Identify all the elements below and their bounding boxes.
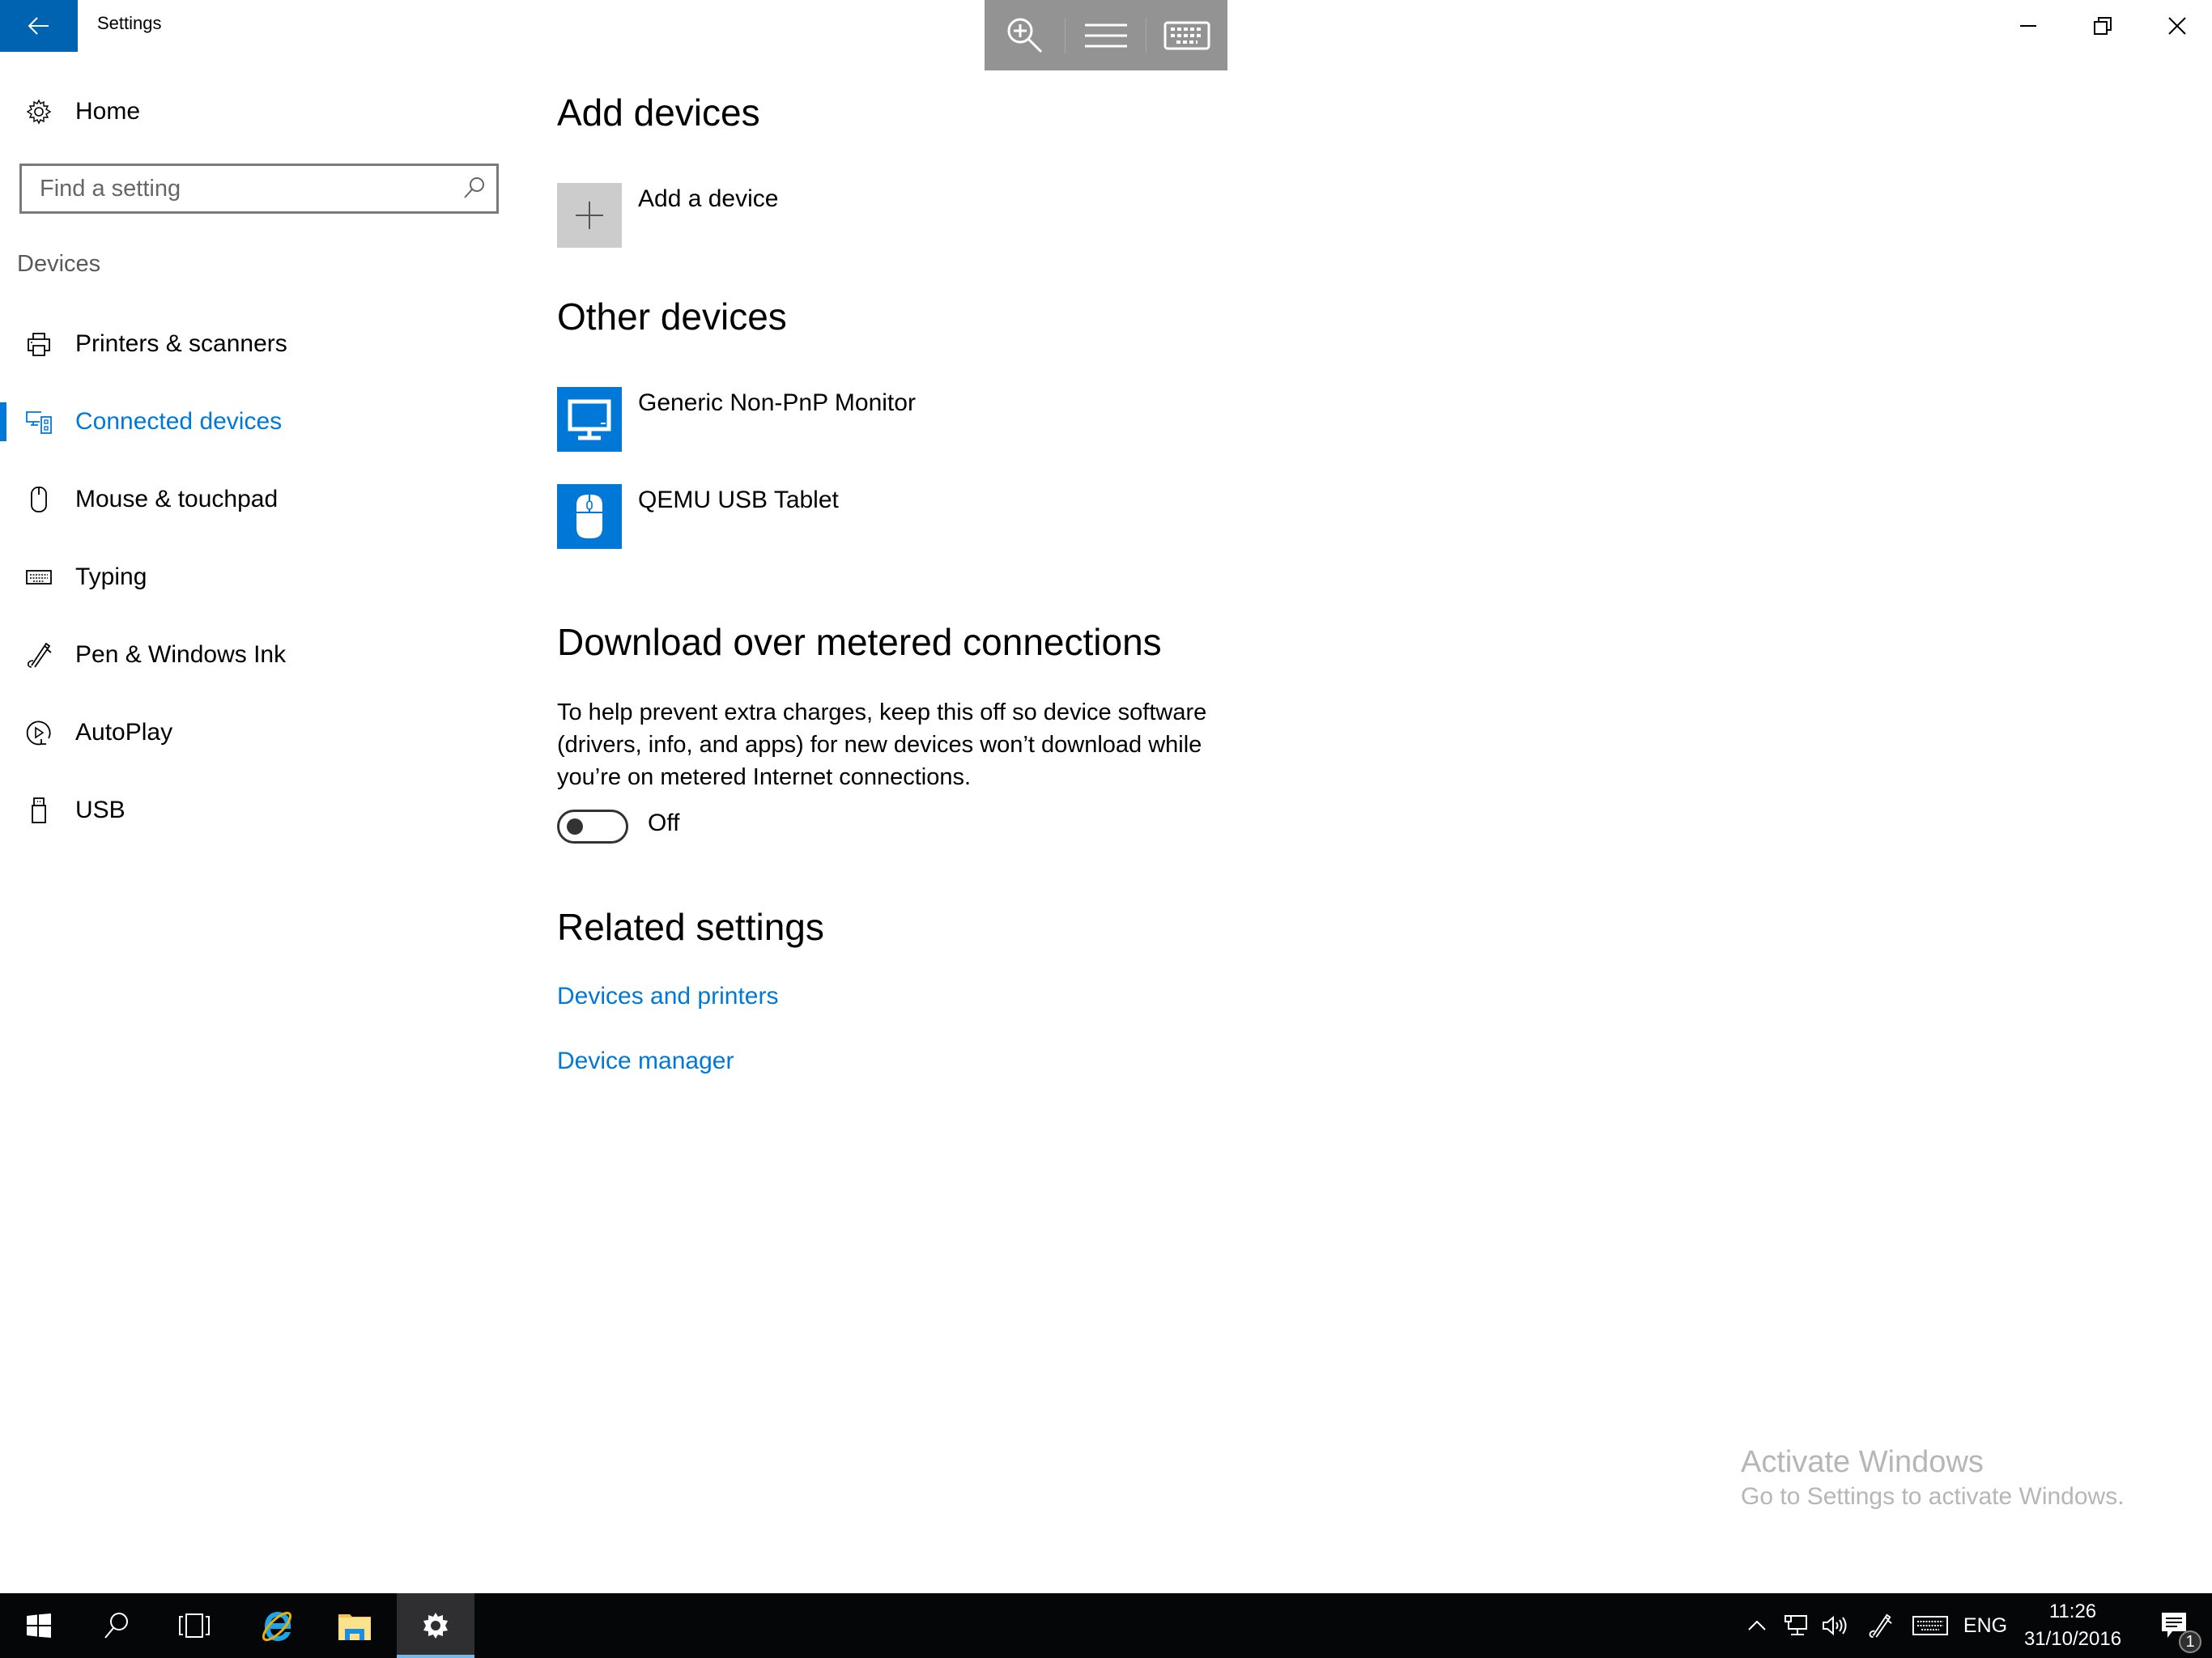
search-box[interactable] <box>19 164 499 214</box>
back-button[interactable] <box>0 0 78 52</box>
task-view-button[interactable] <box>155 1593 233 1658</box>
file-explorer-icon <box>338 1614 371 1640</box>
clock-time: 11:26 <box>2048 1601 2097 1622</box>
input-language[interactable]: ENG <box>1959 1593 2011 1658</box>
menu-icon <box>1084 23 1127 47</box>
mouse-icon <box>23 483 55 516</box>
chevron-up-icon <box>1748 1621 1766 1630</box>
connected-devices-icon <box>23 406 55 438</box>
restore-button[interactable] <box>2065 0 2140 52</box>
device-tile-monitor[interactable] <box>557 387 622 452</box>
sidebar-item-mouse-touchpad[interactable]: Mouse & touchpad <box>0 467 518 532</box>
volume-tray-button[interactable] <box>1817 1593 1853 1658</box>
action-center-button[interactable]: 1 <box>2146 1593 2202 1658</box>
related-settings-heading: Related settings <box>557 906 824 948</box>
keyboard-button[interactable] <box>1146 0 1227 70</box>
activation-subtitle: Go to Settings to activate Windows. <box>1741 1483 2125 1510</box>
search-icon[interactable] <box>462 176 487 200</box>
device-name[interactable]: QEMU USB Tablet <box>638 487 839 514</box>
sidebar-item-usb[interactable]: USB <box>0 778 518 843</box>
clock-date: 31/10/2016 <box>2023 1628 2122 1650</box>
taskbar: ENG 11:26 31/10/2016 1 <box>0 1593 2212 1658</box>
add-device-button[interactable] <box>557 183 622 248</box>
minimize-button[interactable] <box>1991 0 2065 52</box>
device-name[interactable]: Generic Non-PnP Monitor <box>638 389 916 417</box>
network-tray-button[interactable] <box>1778 1593 1814 1658</box>
taskbar-settings[interactable] <box>397 1593 474 1658</box>
zoom-in-button[interactable] <box>985 0 1065 70</box>
device-tile-tablet[interactable] <box>557 484 622 549</box>
printer-icon <box>23 328 55 360</box>
metered-heading: Download over metered connections <box>557 621 1162 663</box>
sidebar-item-label: Pen & Windows Ink <box>75 641 287 668</box>
clock[interactable]: 11:26 31/10/2016 <box>2016 1593 2129 1658</box>
sidebar-item-label: Printers & scanners <box>75 330 287 357</box>
search-icon <box>104 1613 128 1639</box>
plus-icon <box>576 202 603 229</box>
zoom-in-icon <box>1007 18 1042 53</box>
start-button[interactable] <box>0 1593 78 1658</box>
close-icon <box>2168 17 2186 35</box>
pen-icon <box>1869 1613 1892 1639</box>
sidebar-home[interactable]: Home <box>0 89 518 134</box>
restore-icon <box>2094 17 2112 35</box>
keyboard-icon <box>1912 1616 1948 1635</box>
sidebar-item-label: AutoPlay <box>75 719 173 746</box>
sidebar-item-label: USB <box>75 797 125 823</box>
sidebar-home-label: Home <box>75 98 141 125</box>
activation-watermark: Activate Windows Go to Settings to activ… <box>1741 1445 2125 1511</box>
sidebar-item-connected-devices[interactable]: Connected devices <box>0 389 518 454</box>
taskbar-internet-explorer[interactable] <box>238 1593 316 1658</box>
sidebar-item-autoplay[interactable]: AutoPlay <box>0 700 518 765</box>
sidebar-item-label: Typing <box>75 563 147 590</box>
sidebar-item-label: Mouse & touchpad <box>75 486 279 512</box>
show-hidden-icons-button[interactable] <box>1741 1593 1773 1658</box>
minimize-icon <box>2020 25 2036 27</box>
mouse-icon <box>576 495 602 538</box>
search-input[interactable] <box>38 174 446 203</box>
sidebar-item-pen-windows-ink[interactable]: Pen & Windows Ink <box>0 623 518 687</box>
other-devices-heading: Other devices <box>557 295 787 338</box>
taskbar-file-explorer[interactable] <box>316 1593 393 1658</box>
devices-and-printers-link[interactable]: Devices and printers <box>557 983 778 1010</box>
metered-toggle[interactable] <box>557 810 628 844</box>
settings-icon <box>423 1613 448 1639</box>
close-button[interactable] <box>2140 0 2212 52</box>
section-label: Devices <box>17 251 101 277</box>
pen-icon <box>23 639 55 671</box>
activation-title: Activate Windows <box>1741 1445 1984 1479</box>
windows-ink-tray-button[interactable] <box>1862 1593 1898 1658</box>
usb-icon <box>23 794 55 827</box>
metered-description: To help prevent extra charges, keep this… <box>557 699 1207 790</box>
internet-explorer-icon <box>262 1611 292 1642</box>
gear-icon <box>23 96 55 128</box>
task-view-icon <box>179 1613 210 1638</box>
toggle-state-label: Off <box>648 810 680 836</box>
notification-badge: 1 <box>2179 1630 2201 1653</box>
toggle-knob <box>567 818 583 835</box>
autoplay-icon <box>23 716 55 749</box>
sidebar-item-printers-scanners[interactable]: Printers & scanners <box>0 312 518 376</box>
touch-keyboard-tray-button[interactable] <box>1909 1593 1951 1658</box>
touch-toolbar <box>985 0 1227 70</box>
add-devices-heading: Add devices <box>557 91 760 134</box>
volume-icon <box>1823 1615 1847 1636</box>
sidebar-item-label: Connected devices <box>75 408 283 435</box>
sidebar-item-typing[interactable]: Typing <box>0 545 518 610</box>
keyboard-icon <box>23 561 55 593</box>
network-icon <box>1784 1615 1807 1635</box>
monitor-icon <box>568 399 611 440</box>
active-app-indicator <box>397 1655 474 1658</box>
add-device-label[interactable]: Add a device <box>638 185 778 213</box>
start-icon <box>27 1613 51 1638</box>
window-title: Settings <box>97 13 162 33</box>
device-manager-link[interactable]: Device manager <box>557 1048 734 1075</box>
menu-button[interactable] <box>1066 0 1146 70</box>
arrow-left-icon <box>28 17 49 35</box>
taskbar-search-button[interactable] <box>78 1593 155 1658</box>
keyboard-icon <box>1163 21 1210 49</box>
